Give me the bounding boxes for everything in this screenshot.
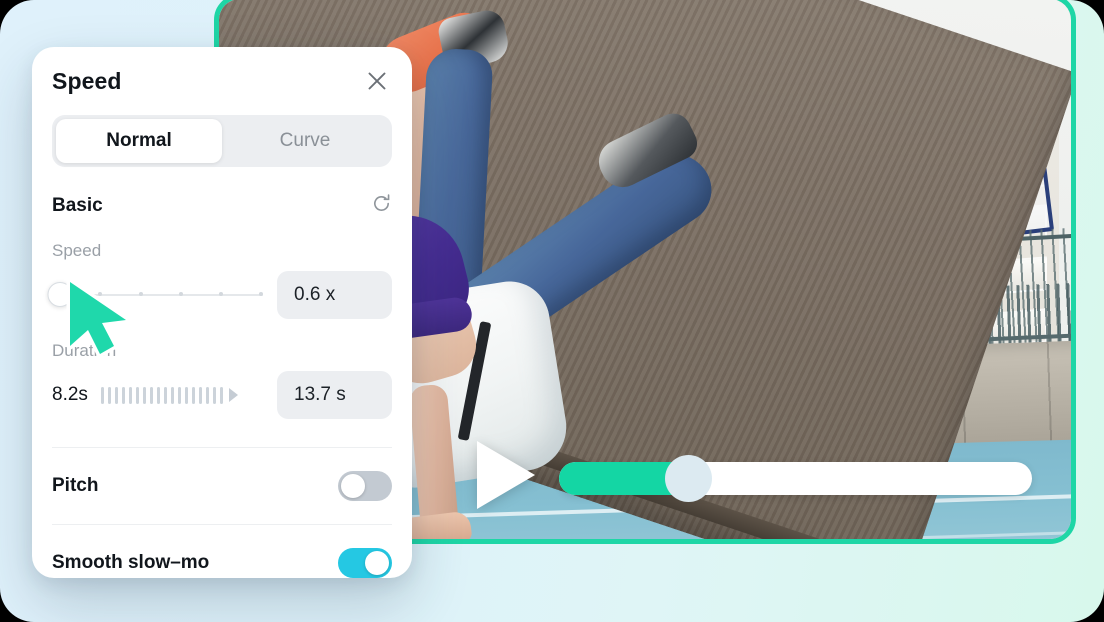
close-icon[interactable]: [362, 66, 392, 96]
speed-slider[interactable]: [47, 278, 263, 312]
section-title: Basic: [52, 195, 103, 216]
toggle-knob: [341, 474, 365, 498]
video-progress-bar[interactable]: [559, 455, 1032, 502]
pitch-toggle[interactable]: [338, 471, 392, 501]
duration-min-value: 8.2s: [52, 384, 88, 405]
duration-field-label: Duration: [52, 341, 117, 360]
pitch-row: Pitch: [52, 448, 392, 524]
basic-section-header: Basic: [52, 193, 392, 219]
play-arrow-icon: [228, 388, 238, 402]
toggle-knob: [365, 551, 389, 575]
speed-value-field[interactable]: 0.6 x: [277, 271, 392, 319]
play-button[interactable]: [477, 441, 535, 509]
panel-header: Speed: [52, 47, 392, 115]
duration-tick-marks[interactable]: [100, 384, 264, 406]
speed-slider-handle[interactable]: [47, 282, 73, 307]
speed-control-row: 0.6 x: [47, 271, 392, 319]
speed-slider-track: [52, 294, 263, 296]
page-title: Speed: [52, 67, 122, 94]
video-progress-handle[interactable]: [665, 455, 712, 502]
smooth-slowmo-label: Smooth slow–mo: [52, 552, 210, 573]
speed-mode-tabs: Normal Curve: [52, 115, 392, 167]
speed-panel: Speed Normal Curve Basic Speed 0.6 x Dur…: [32, 47, 412, 578]
tab-normal[interactable]: Normal: [56, 119, 222, 163]
smooth-slowmo-toggle[interactable]: [338, 548, 392, 578]
duration-value-field[interactable]: 13.7 s: [277, 371, 392, 419]
duration-control-row: 8.2s 13.7 s: [52, 371, 392, 419]
tab-curve[interactable]: Curve: [222, 119, 388, 163]
app-stage: Speed Normal Curve Basic Speed 0.6 x Dur…: [0, 0, 1104, 622]
pitch-label: Pitch: [52, 475, 99, 496]
reset-icon[interactable]: [371, 193, 392, 219]
smooth-slowmo-row: Smooth slow–mo: [52, 525, 392, 601]
speed-field-label: Speed: [52, 241, 102, 260]
